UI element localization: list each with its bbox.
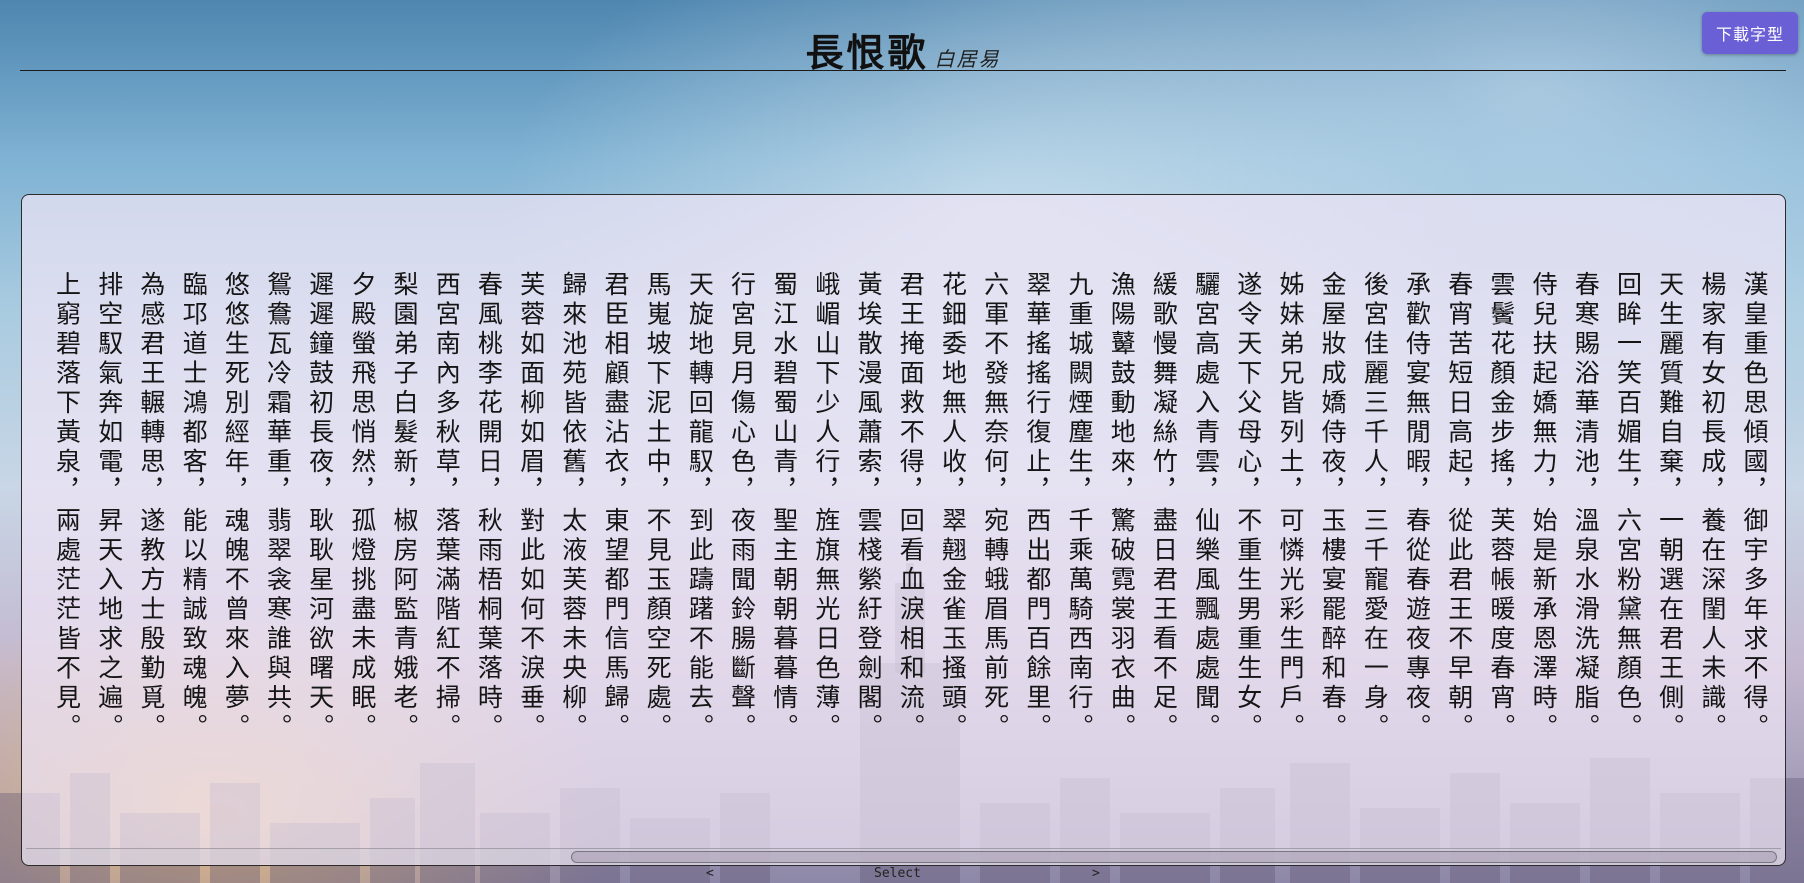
poem-line: 六軍不發無奈何，宛轉蛾眉馬前死。 (980, 271, 1010, 743)
poem-line: 姊妹弟兄皆列土，可憐光彩生門戶。 (1275, 271, 1305, 743)
poem-panel: 漢皇重色思傾國，御宇多年求不得。 楊家有女初長成，養在深閨人未識。 天生麗質難自棄，… (21, 194, 1786, 866)
poem-line: 春宵苦短日高起，從此君王不早朝。 (1444, 271, 1474, 743)
poem-line: 排空馭氣奔如電，昇天入地求之遍。 (94, 271, 124, 743)
poem-line: 夕殿螢飛思悄然，孤燈挑盡未成眠。 (347, 271, 377, 743)
poem-line: 漢皇重色思傾國，御宇多年求不得。 (1740, 271, 1769, 743)
horizontal-scrollbar[interactable] (26, 848, 1781, 864)
poem-line: 蜀江水碧蜀山青，聖主朝朝暮暮情。 (769, 271, 799, 743)
poem-line: 西宮南內多秋草，落葉滿階紅不掃。 (432, 271, 462, 743)
poem-line: 為感君王輾轉思，遂教方士殷勤覓。 (136, 271, 166, 743)
title-block: 長恨歌 白居易 (20, 22, 1786, 77)
poem-line: 後宮佳麗三千人，三千寵愛在一身。 (1360, 271, 1390, 743)
poem-line: 歸來池苑皆依舊，太液芙蓉未央柳。 (558, 271, 588, 743)
poem-line: 峨嵋山下少人行，旌旗無光日色薄。 (811, 271, 841, 743)
scrollbar-thumb[interactable] (571, 851, 1777, 863)
poem-line: 春風桃李花開日，秋雨梧桐葉落時。 (474, 271, 504, 743)
poem-columns: 漢皇重色思傾國，御宇多年求不得。 楊家有女初長成，養在深閨人未識。 天生麗質難自棄，… (45, 271, 1775, 771)
poem-line: 侍兒扶起嬌無力，始是新承恩澤時。 (1529, 271, 1559, 743)
poem-line: 楊家有女初長成，養在深閨人未識。 (1697, 271, 1727, 743)
poem-line: 承歡侍宴無閒暇，春從春遊夜專夜。 (1402, 271, 1432, 743)
poem-line: 翠華搖搖行復止，西出都門百餘里。 (1022, 271, 1052, 743)
poem-line: 遲遲鐘鼓初長夜，耿耿星河欲曙天。 (305, 271, 335, 743)
download-font-button[interactable]: 下載字型 (1702, 12, 1798, 54)
poem-line: 君王掩面救不得，回看血淚相和流。 (896, 271, 926, 743)
poem-line: 驪宮高處入青雲，仙樂風飄處處聞。 (1191, 271, 1221, 743)
poem-line: 漁陽鼙鼓動地來，驚破霓裳羽衣曲。 (1107, 271, 1137, 743)
poem-line: 金屋妝成嬌侍夜，玉樓宴罷醉和春。 (1318, 271, 1348, 743)
poem-line: 回眸一笑百媚生，六宮粉黛無顏色。 (1613, 271, 1643, 743)
poem-line: 梨園弟子白髮新，椒房阿監青娥老。 (390, 271, 419, 743)
poem-line: 芙蓉如面柳如眉，對此如何不淚垂。 (516, 271, 546, 743)
poem-line: 天旋地轉回龍馭，到此躊躇不能去。 (685, 271, 715, 743)
poem-line: 馬嵬坡下泥土中，不見玉顏空死處。 (643, 271, 673, 743)
poem-line: 雲鬢花顏金步搖，芙蓉帳暖度春宵。 (1486, 271, 1516, 743)
prev-page-button[interactable]: < (706, 866, 714, 881)
poem-title: 長恨歌 (805, 30, 929, 75)
poem-line: 臨邛道士鴻都客，能以精誠致魂魄。 (179, 271, 209, 743)
page-header: 長恨歌 白居易 (20, 0, 1786, 75)
poem-line: 九重城闕煙塵生，千乘萬騎西南行。 (1065, 271, 1094, 743)
poem-line: 鴛鴦瓦冷霜華重，翡翠衾寒誰與共。 (263, 271, 293, 743)
next-page-button[interactable]: > (1092, 866, 1100, 881)
poem-line: 花鈿委地無人收，翠翹金雀玉搔頭。 (938, 271, 968, 743)
poem-line: 緩歌慢舞凝絲竹，盡日君王看不足。 (1149, 271, 1179, 743)
poem-line: 黃埃散漫風蕭索，雲棧縈紆登劍閣。 (854, 271, 884, 743)
poem-line: 天生麗質難自棄，一朝選在君王側。 (1655, 271, 1685, 743)
page-select[interactable]: Select (874, 866, 921, 881)
poem-line: 遂令天下父母心，不重生男重生女。 (1233, 271, 1263, 743)
poem-line: 春寒賜浴華清池，溫泉水滑洗凝脂。 (1571, 271, 1601, 743)
poem-line: 君臣相顧盡沾衣，東望都門信馬歸。 (600, 271, 630, 743)
poem-line: 上窮碧落下黃泉，兩處茫茫皆不見。 (52, 271, 82, 743)
poem-line: 行宮見月傷心色，夜雨聞鈴腸斷聲。 (727, 271, 757, 743)
poem-line: 悠悠生死別經年，魂魄不曾來入夢。 (221, 271, 251, 743)
pager: < Select > (0, 866, 1804, 883)
poem-author: 白居易 (934, 47, 1001, 71)
